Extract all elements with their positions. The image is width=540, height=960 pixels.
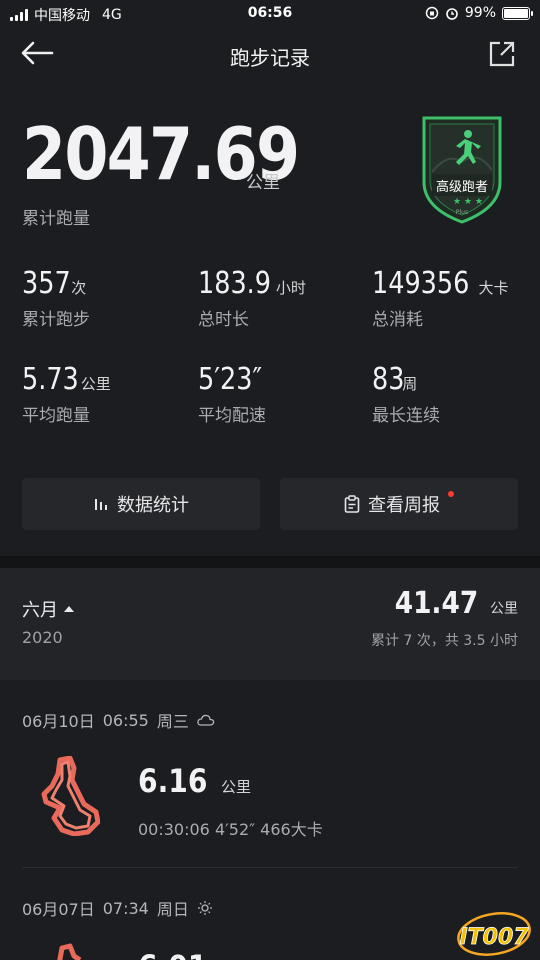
month-distance-value: 41.47 (394, 586, 479, 621)
month-summary[interactable]: 六月 2020 41.47 公里 累计 7 次，共 3.5 小时 (0, 568, 540, 680)
stat-calories-unit: 大卡 (478, 279, 509, 297)
stat-calories: 149356 大卡 总消耗 (372, 266, 540, 330)
month-name: 六月 (22, 600, 58, 621)
stat-streak-label: 最长连续 (372, 406, 440, 426)
route-map-thumbnail[interactable] (40, 756, 100, 836)
stat-duration-value: 183.9 (198, 266, 272, 301)
svg-text:★ ★ ★: ★ ★ ★ (453, 197, 483, 207)
record-time: 06:55 (102, 710, 149, 730)
stat-avg-distance-label: 平均跑量 (22, 406, 90, 426)
total-distance-label: 累计跑量 (22, 209, 90, 229)
svg-text:IT007: IT007 (459, 925, 529, 950)
stat-calories-label: 总消耗 (372, 310, 423, 330)
clipboard-icon (344, 495, 360, 513)
stat-avg-pace-label: 平均配速 (198, 406, 266, 426)
status-bar: 中国移动 4G 06:56 99% (0, 0, 540, 28)
stat-streak-value: 83 (372, 362, 405, 397)
watermark-logo: IT007 (450, 904, 534, 960)
page-title: 跑步记录 (230, 46, 310, 70)
record-distance: 6.01 公里 (138, 948, 251, 960)
weekly-report-button[interactable]: 查看周报 (280, 478, 518, 530)
stat-avg-distance-value: 5.73 (22, 362, 79, 397)
stat-avg-pace-value: 5′23″ (198, 362, 262, 397)
bar-chart-icon (95, 499, 107, 510)
battery-icon (502, 6, 533, 20)
sun-icon (197, 901, 212, 915)
stat-runs: 357次 累计跑步 (22, 266, 192, 330)
stat-duration-unit: 小时 (275, 279, 306, 297)
share-icon[interactable] (488, 40, 516, 68)
record-distance-value: 6.01 (138, 948, 207, 960)
stat-avg-pace: 5′23″ 平均配速 (198, 362, 368, 426)
runner-level-badge[interactable]: 高级跑者 ★ ★ ★ Plus (418, 112, 506, 226)
month-year: 2020 (22, 628, 63, 647)
record-date: 06月10日 (22, 712, 95, 731)
stat-streak: 83周 最长连续 (372, 362, 540, 426)
record-date-row: 06月07日 07:34 周日 (22, 896, 213, 920)
stat-runs-value: 357 (22, 266, 71, 301)
month-summary-text: 累计 7 次，共 3.5 小时 (371, 633, 518, 649)
stat-duration-label: 总时长 (198, 310, 249, 330)
data-statistics-button[interactable]: 数据统计 (22, 478, 260, 530)
record-separator (22, 867, 518, 868)
stat-duration: 183.9 小时 总时长 (198, 266, 368, 330)
notification-dot (448, 491, 454, 497)
record-distance: 6.16 公里 (138, 762, 251, 800)
record-distance-value: 6.16 (138, 762, 208, 800)
record-weekday: 周三 (156, 712, 189, 731)
record-date: 06月07日 (22, 900, 95, 919)
record-weekday: 周日 (156, 900, 189, 919)
stat-avg-distance-unit: 公里 (80, 375, 111, 393)
battery-percent: 99% (464, 5, 496, 21)
record-date-row: 06月10日 06:55 周三 (22, 708, 215, 732)
orientation-lock-icon (425, 6, 439, 20)
section-divider (0, 556, 540, 568)
data-statistics-label: 数据统计 (117, 495, 189, 516)
record-time: 07:34 (102, 898, 149, 918)
month-selector[interactable]: 六月 (22, 596, 74, 622)
cloud-icon (197, 714, 215, 726)
badge-title: 高级跑者 (436, 179, 488, 195)
badge-subtitle: Plus (456, 209, 468, 216)
record-meta: 00:30:06 4′52″ 466大卡 (138, 820, 323, 839)
caret-up-icon (64, 606, 74, 612)
stat-runs-label: 累计跑步 (22, 310, 90, 330)
stat-runs-unit: 次 (71, 279, 87, 297)
route-map-thumbnail[interactable] (40, 942, 100, 960)
alarm-icon (446, 8, 458, 20)
stat-avg-distance: 5.73 公里 平均跑量 (22, 362, 192, 426)
total-distance-unit: 公里 (246, 173, 280, 193)
month-distance-unit: 公里 (490, 601, 518, 617)
stat-calories-value: 149356 (372, 266, 470, 301)
month-distance: 41.47 公里 (389, 586, 518, 621)
record-distance-unit: 公里 (220, 778, 251, 796)
navigation-bar: 跑步记录 (0, 28, 540, 80)
weekly-report-label: 查看周报 (368, 495, 440, 516)
